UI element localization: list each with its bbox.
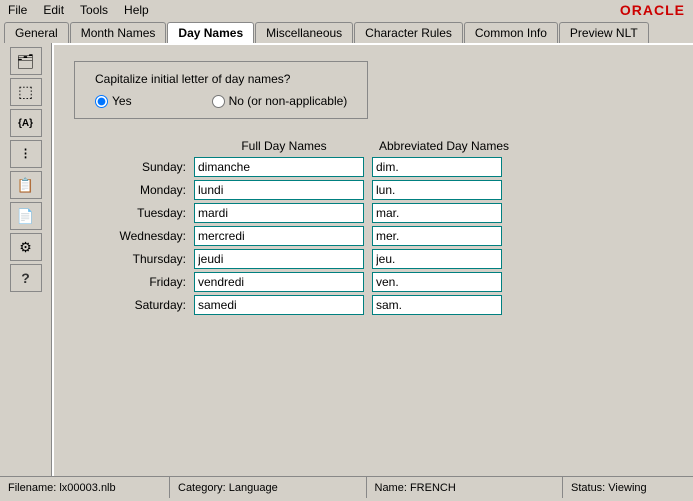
toolbar-settings-btn[interactable]: ⚙	[10, 233, 42, 261]
toolbar-select-btn[interactable]: ⬚	[10, 78, 42, 106]
day-abbr-monday[interactable]	[372, 180, 502, 200]
radio-no-label: No (or non-applicable)	[229, 94, 348, 108]
day-label-thursday: Thursday:	[74, 252, 194, 266]
clipboard-icon: 📋	[17, 177, 34, 194]
document-icon: 📄	[17, 208, 34, 225]
tab-bar: General Month Names Day Names Miscellane…	[0, 20, 693, 43]
radio-no-option[interactable]: No (or non-applicable)	[212, 94, 348, 108]
day-full-monday[interactable]	[194, 180, 364, 200]
status-category: Category: Language	[170, 477, 367, 498]
main-container: 🗂 ⬚ {A} ⁝ 📋 📄 ⚙ ? Capitalize initial let…	[0, 43, 693, 476]
day-abbr-saturday[interactable]	[372, 295, 502, 315]
tab-month-names[interactable]: Month Names	[70, 22, 167, 43]
day-full-tuesday[interactable]	[194, 203, 364, 223]
menu-bar: File Edit Tools Help ORACLE	[0, 0, 693, 20]
radio-yes[interactable]	[95, 95, 108, 108]
menu-help[interactable]: Help	[120, 3, 153, 17]
table-row: Wednesday:	[74, 226, 673, 246]
open-icon: 🗂	[17, 53, 35, 70]
day-label-sunday: Sunday:	[74, 160, 194, 174]
toolbar-list-btn[interactable]: ⁝	[10, 140, 42, 168]
select-icon: ⬚	[18, 82, 33, 102]
radio-group: Yes No (or non-applicable)	[95, 94, 347, 108]
menu-edit[interactable]: Edit	[39, 3, 68, 17]
table-row: Tuesday:	[74, 203, 673, 223]
left-toolbar: 🗂 ⬚ {A} ⁝ 📋 📄 ⚙ ?	[0, 43, 52, 476]
day-label-friday: Friday:	[74, 275, 194, 289]
toolbar-clipboard-btn[interactable]: 📋	[10, 171, 42, 199]
col-header-abbr: Abbreviated Day Names	[374, 139, 514, 153]
toolbar-help-btn[interactable]: ?	[10, 264, 42, 292]
tab-general[interactable]: General	[4, 22, 69, 43]
status-name: Name: FRENCH	[367, 477, 564, 498]
radio-yes-label: Yes	[112, 94, 132, 108]
day-label-monday: Monday:	[74, 183, 194, 197]
table-row: Friday:	[74, 272, 673, 292]
col-header-full: Full Day Names	[194, 139, 374, 153]
list-icon: ⁝	[23, 144, 28, 164]
day-abbr-wednesday[interactable]	[372, 226, 502, 246]
menu-items: File Edit Tools Help	[4, 3, 153, 17]
settings-icon: ⚙	[19, 239, 32, 256]
day-full-friday[interactable]	[194, 272, 364, 292]
day-label-tuesday: Tuesday:	[74, 206, 194, 220]
day-abbr-tuesday[interactable]	[372, 203, 502, 223]
day-label-wednesday: Wednesday:	[74, 229, 194, 243]
tab-day-names[interactable]: Day Names	[167, 22, 254, 43]
table-row: Saturday:	[74, 295, 673, 315]
status-bar: Filename: lx00003.nlb Category: Language…	[0, 476, 693, 498]
day-abbr-sunday[interactable]	[372, 157, 502, 177]
day-names-table: Full Day Names Abbreviated Day Names Sun…	[74, 139, 673, 315]
day-abbr-friday[interactable]	[372, 272, 502, 292]
capitalize-box: Capitalize initial letter of day names? …	[74, 61, 368, 119]
day-full-saturday[interactable]	[194, 295, 364, 315]
help-icon: ?	[21, 270, 30, 286]
table-row: Monday:	[74, 180, 673, 200]
status-filename: Filename: lx00003.nlb	[0, 477, 170, 498]
tab-character-rules[interactable]: Character Rules	[354, 22, 463, 43]
toolbar-document-btn[interactable]: 📄	[10, 202, 42, 230]
day-full-thursday[interactable]	[194, 249, 364, 269]
tab-common-info[interactable]: Common Info	[464, 22, 558, 43]
tab-miscellaneous[interactable]: Miscellaneous	[255, 22, 353, 43]
capitalize-label: Capitalize initial letter of day names?	[95, 72, 347, 86]
radio-yes-option[interactable]: Yes	[95, 94, 132, 108]
day-full-wednesday[interactable]	[194, 226, 364, 246]
day-label-saturday: Saturday:	[74, 298, 194, 312]
menu-file[interactable]: File	[4, 3, 31, 17]
format-icon: {A}	[18, 118, 33, 129]
day-abbr-thursday[interactable]	[372, 249, 502, 269]
radio-no[interactable]	[212, 95, 225, 108]
content-area: Capitalize initial letter of day names? …	[52, 43, 693, 476]
table-row: Thursday:	[74, 249, 673, 269]
table-row: Sunday:	[74, 157, 673, 177]
tab-preview-nlt[interactable]: Preview NLT	[559, 22, 649, 43]
status-viewing: Status: Viewing	[563, 477, 693, 498]
day-full-sunday[interactable]	[194, 157, 364, 177]
oracle-logo: ORACLE	[620, 2, 685, 18]
toolbar-format-btn[interactable]: {A}	[10, 109, 42, 137]
menu-tools[interactable]: Tools	[76, 3, 112, 17]
toolbar-open-btn[interactable]: 🗂	[10, 47, 42, 75]
table-headers: Full Day Names Abbreviated Day Names	[194, 139, 673, 153]
